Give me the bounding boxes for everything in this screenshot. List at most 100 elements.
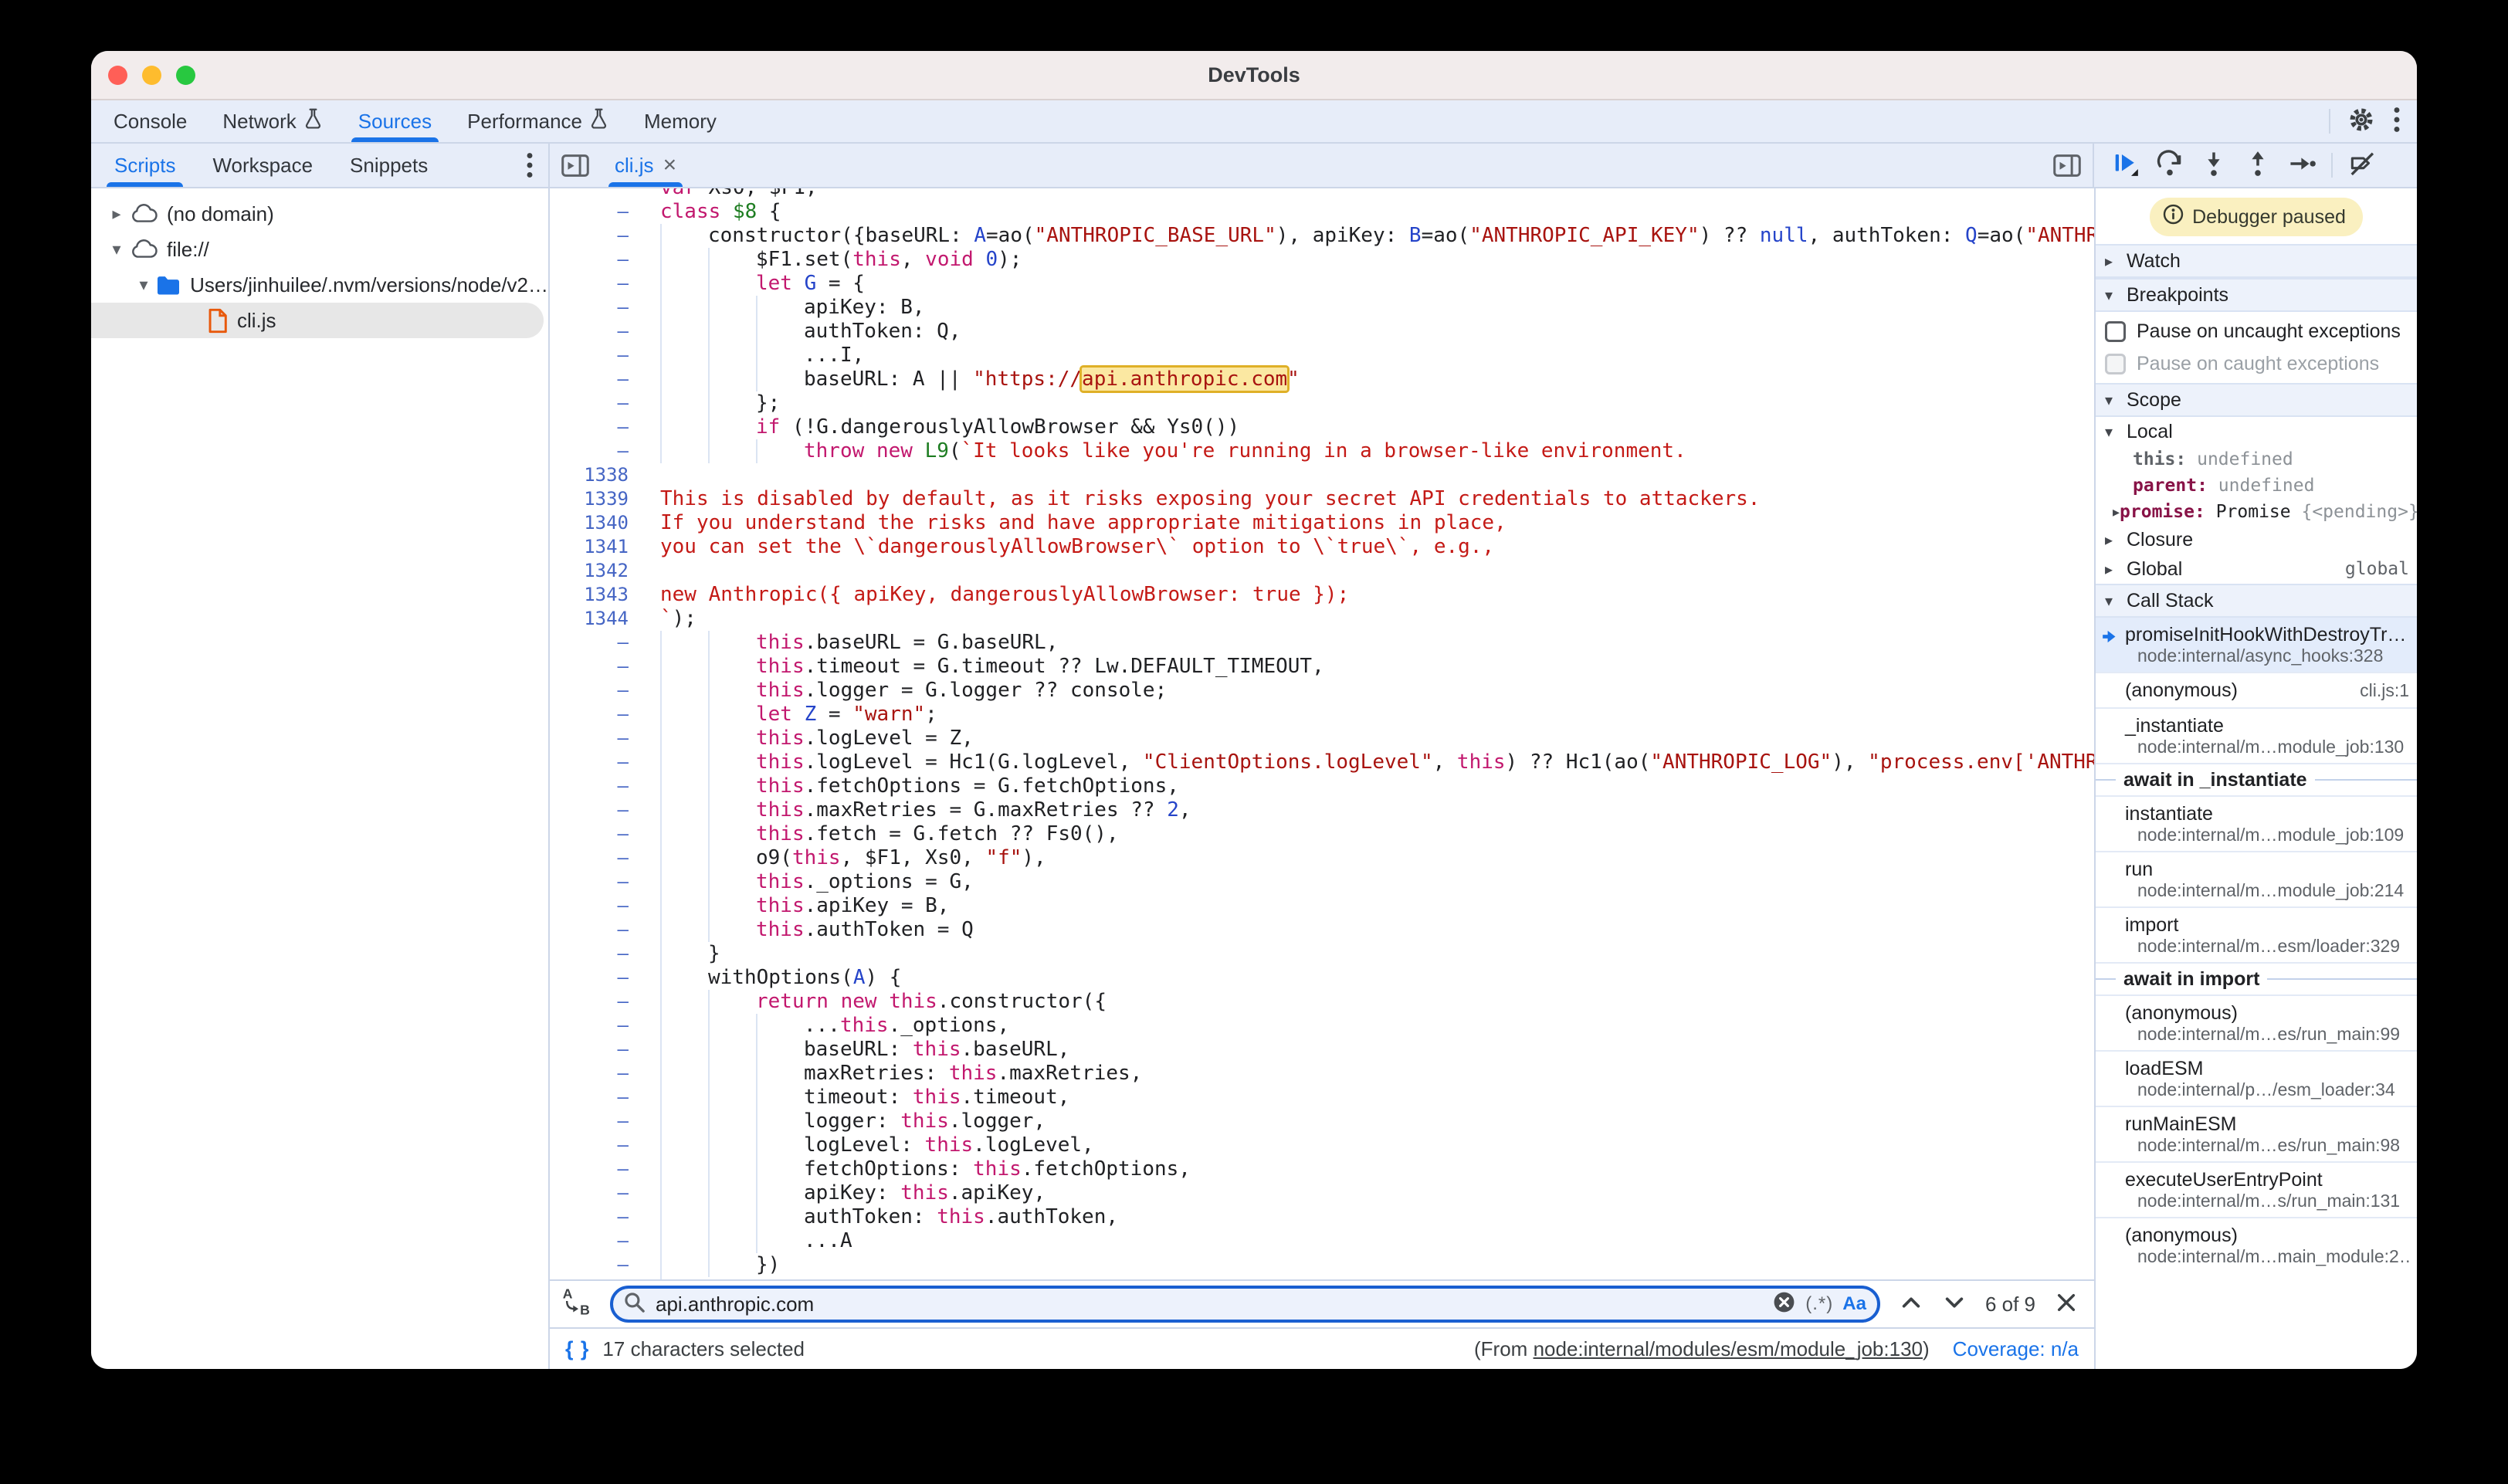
clear-search-icon[interactable] [1772,1290,1796,1318]
call-stack-section-header[interactable]: ▾ Call Stack [2096,584,2417,618]
code-viewport[interactable]: var Xs0, $F1;–class $8 {–constructor({ba… [550,188,2094,1279]
tree-expander-closed-icon[interactable]: ▸ [103,204,130,224]
chevron-down-icon[interactable]: ▾ [2105,422,2127,442]
line-number-gutter[interactable]: – [550,320,642,344]
minimize-window-button[interactable] [142,66,161,85]
navigator-more-icon[interactable] [525,144,548,187]
code-text[interactable]: let Z = "warn"; [642,703,937,727]
line-number-gutter[interactable]: – [550,1086,642,1110]
line-number-gutter[interactable]: – [550,344,642,368]
panel-tab-performance[interactable]: Performance [449,100,626,142]
previous-match-icon[interactable] [1899,1290,1923,1319]
line-number-gutter[interactable]: – [550,391,642,415]
code-text[interactable]: authToken: this.authToken, [642,1205,1118,1229]
call-stack-frame[interactable]: executeUserEntryPointnode:internal/m…s/r… [2096,1161,2417,1217]
code-text[interactable]: ...I, [642,344,864,368]
code-text[interactable]: class $8 { [642,200,781,224]
call-stack-frame[interactable]: runMainESMnode:internal/m…es/run_main:98 [2096,1106,2417,1161]
close-window-button[interactable] [108,66,127,85]
step-over-icon[interactable] [2155,149,2184,182]
tree-item-users-jinhuilee-nvm-versions-node-v2-[interactable]: ▾Users/jinhuilee/.nvm/versions/node/v2… [91,267,548,303]
line-number-gutter[interactable]: – [550,679,642,703]
code-text[interactable]: logLevel: this.logLevel, [642,1133,1094,1157]
panel-tab-network[interactable]: Network [205,100,340,142]
scope-property-parent[interactable]: parent: undefined [2096,473,2417,499]
code-text[interactable] [642,559,660,583]
tree-expander-open-icon[interactable]: ▾ [131,275,156,295]
line-number-gutter[interactable]: – [550,894,642,918]
code-text[interactable]: withOptions(A) { [642,966,901,990]
panel-tab-console[interactable]: Console [96,100,205,142]
match-case-toggle[interactable]: Aa [1842,1293,1866,1315]
line-number-gutter[interactable]: 1339 [550,487,642,511]
resume-script-icon[interactable] [2111,149,2140,182]
tree-expander-open-icon[interactable]: ▾ [103,239,130,259]
code-text[interactable]: } [642,942,720,966]
deactivate-breakpoints-icon[interactable] [2347,149,2377,182]
editor-tab-clijs[interactable]: cli.js × [601,144,690,187]
call-stack-frame[interactable]: importnode:internal/m…esm/loader:329 [2096,906,2417,962]
code-text[interactable]: authToken: Q, [642,320,961,344]
hide-navigator-icon[interactable] [550,144,601,187]
step-out-icon[interactable] [2243,149,2272,182]
tree-item-file-[interactable]: ▾file:// [91,232,548,267]
line-number-gutter[interactable]: – [550,703,642,727]
tree-item--no-domain-[interactable]: ▸(no domain) [91,196,548,232]
code-text[interactable]: ...this._options, [642,1014,1009,1038]
breakpoints-section-header[interactable]: ▾ Breakpoints [2096,278,2417,312]
collapse-debugger-icon[interactable] [2042,144,2093,187]
chevron-right-icon[interactable]: ▸ [2113,504,2120,520]
more-options-icon[interactable] [2392,106,2401,137]
line-number-gutter[interactable]: – [550,248,642,272]
regex-toggle[interactable]: (.*) [1805,1293,1833,1315]
coverage-link[interactable]: Coverage: n/a [1953,1337,2079,1361]
line-number-gutter[interactable]: – [550,224,642,248]
line-number-gutter[interactable]: – [550,368,642,391]
code-text[interactable]: this.authToken = Q [642,918,974,942]
line-number-gutter[interactable]: – [550,1229,642,1253]
line-number-gutter[interactable]: – [550,798,642,822]
next-match-icon[interactable] [1942,1290,1967,1319]
watch-section-header[interactable]: ▸ Watch [2096,244,2417,278]
code-text[interactable]: constructor({baseURL: A=ao("ANTHROPIC_BA… [642,224,2094,248]
line-number-gutter[interactable]: 1341 [550,535,642,559]
code-text[interactable]: maxRetries: this.maxRetries, [642,1062,1142,1086]
code-text[interactable]: $F1.set(this, void 0); [642,248,1022,272]
checkbox[interactable] [2105,321,2126,342]
line-number-gutter[interactable]: – [550,1014,642,1038]
code-text[interactable]: apiKey: B, [642,296,925,320]
code-text[interactable]: this.maxRetries = G.maxRetries ?? 2, [642,798,1191,822]
code-text[interactable]: baseURL: A || "https://api.anthropic.com… [642,368,1300,391]
code-text[interactable]: throw new L9(`It looks like you're runni… [642,439,1686,463]
line-number-gutter[interactable]: – [550,990,642,1014]
call-stack-frame[interactable]: instantiatenode:internal/m…module_job:10… [2096,795,2417,851]
scope-group-local[interactable]: ▾Local [2096,417,2417,446]
line-number-gutter[interactable]: – [550,846,642,870]
code-text[interactable]: If you understand the risks and have app… [642,511,1506,535]
code-text[interactable]: if (!G.dangerouslyAllowBrowser && Ys0()) [642,415,1239,439]
code-text[interactable]: this.fetch = G.fetch ?? Fs0(), [642,822,1119,846]
line-number-gutter[interactable] [550,188,642,200]
zoom-window-button[interactable] [176,66,195,85]
line-number-gutter[interactable]: – [550,750,642,774]
scope-group-closure[interactable]: ▸Closure [2096,525,2417,554]
line-number-gutter[interactable]: – [550,415,642,439]
line-number-gutter[interactable]: – [550,774,642,798]
call-stack-frame[interactable]: (anonymous)node:internal/m…main_module:2… [2096,1217,2417,1272]
code-text[interactable]: this.baseURL = G.baseURL, [642,631,1058,655]
call-stack-frame[interactable]: (anonymous)cli.js:1 [2096,672,2417,707]
code-text[interactable]: this.apiKey = B, [642,894,949,918]
code-text[interactable]: This is disabled by default, as it risks… [642,487,1760,511]
scope-property-promise[interactable]: ▸promise: Promise {<pending>} [2096,499,2417,525]
chevron-right-icon[interactable]: ▸ [2105,530,2127,550]
line-number-gutter[interactable]: – [550,296,642,320]
call-stack-frame[interactable]: runnode:internal/m…module_job:214 [2096,851,2417,906]
line-number-gutter[interactable]: – [550,1110,642,1133]
call-stack-frame[interactable]: loadESMnode:internal/p…/esm_loader:34 [2096,1050,2417,1106]
line-number-gutter[interactable]: – [550,918,642,942]
line-number-gutter[interactable]: 1340 [550,511,642,535]
line-number-gutter[interactable]: – [550,200,642,224]
code-text[interactable]: `); [642,607,696,631]
code-text[interactable]: let G = { [642,272,865,296]
line-number-gutter[interactable]: – [550,1133,642,1157]
